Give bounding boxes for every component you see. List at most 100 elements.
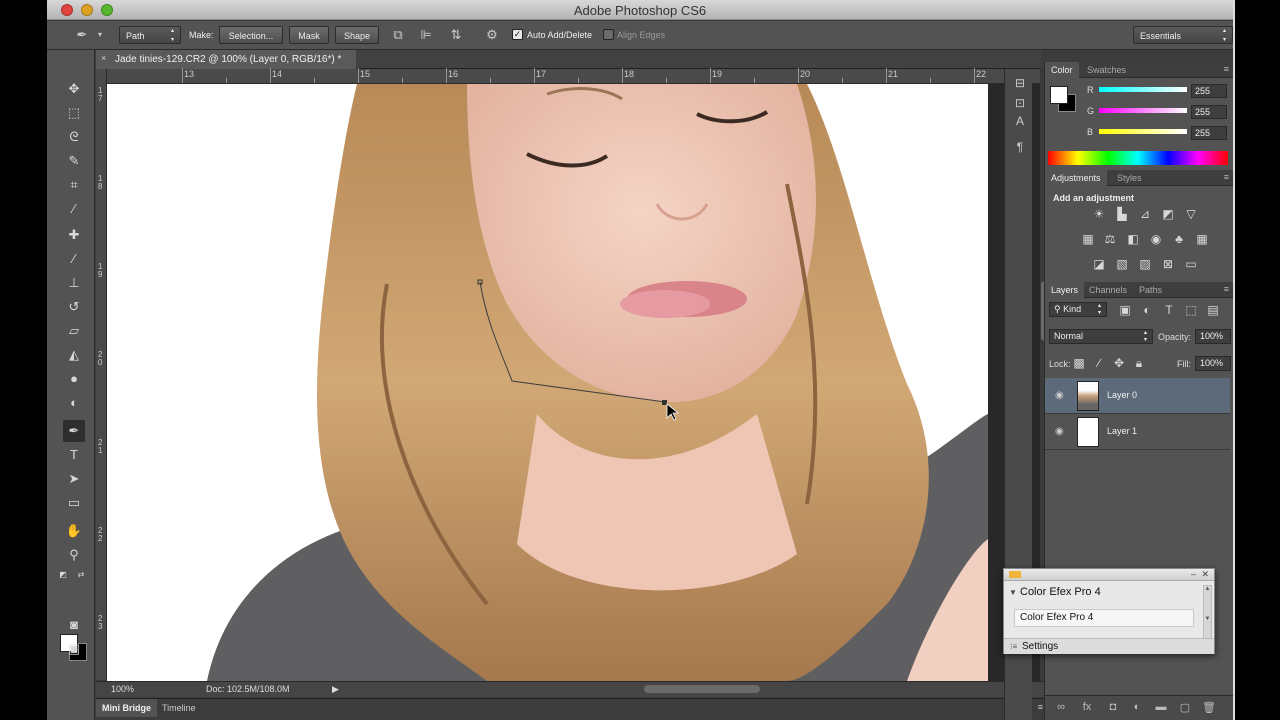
- pen-tool-preset-icon[interactable]: ✒: [73, 26, 91, 44]
- tab-color[interactable]: Color: [1045, 62, 1079, 78]
- curves-icon[interactable]: ⊿: [1137, 206, 1153, 222]
- zoom-tool-icon[interactable]: ⚲: [63, 544, 85, 566]
- layer-style-icon[interactable]: fx: [1079, 701, 1095, 715]
- history-panel-icon[interactable]: ⊟: [1012, 75, 1028, 91]
- mask-button[interactable]: Mask: [289, 26, 329, 44]
- red-slider[interactable]: [1099, 87, 1187, 92]
- document-tab[interactable]: × Jade tinies-129.CR2 @ 100% (Layer 0, R…: [96, 50, 356, 69]
- zoom-level[interactable]: 100%: [111, 684, 134, 694]
- tab-paths[interactable]: Paths: [1133, 282, 1168, 298]
- healing-brush-tool-icon[interactable]: ✚: [63, 224, 85, 246]
- eye-icon[interactable]: ◉: [1055, 390, 1064, 401]
- paragraph-panel-icon[interactable]: ¶: [1012, 139, 1028, 155]
- color-balance-icon[interactable]: ⚖: [1102, 231, 1118, 247]
- eraser-tool-icon[interactable]: ▱: [63, 320, 85, 342]
- blue-value[interactable]: 255: [1191, 126, 1227, 140]
- path-alignment-icon[interactable]: ⊫: [417, 26, 435, 44]
- eye-icon[interactable]: ◉: [1055, 426, 1064, 437]
- filter-adjustment-icon[interactable]: ◐: [1139, 302, 1155, 318]
- opacity-input[interactable]: 100%: [1195, 329, 1231, 344]
- collapse-triangle-icon[interactable]: ▼: [1009, 588, 1017, 597]
- lock-image-icon[interactable]: ∕: [1091, 355, 1107, 371]
- black-white-icon[interactable]: ◧: [1125, 231, 1141, 247]
- layer-filter-kind-select[interactable]: ⚲ Kind: [1049, 302, 1107, 317]
- efex-scrollbar[interactable]: ▲ ▼: [1203, 585, 1212, 639]
- tab-styles[interactable]: Styles: [1111, 170, 1148, 186]
- vertical-ruler[interactable]: 17 18 19 20 21 22 23: [96, 69, 107, 680]
- align-edges-checkbox[interactable]: [603, 29, 614, 40]
- horizontal-scroll-thumb[interactable]: [644, 685, 760, 693]
- efex-settings-button[interactable]: ⁝≡ Settings: [1004, 638, 1214, 654]
- photo-image[interactable]: [107, 84, 988, 681]
- doc-size-info[interactable]: Doc: 102.5M/108.0M: [206, 684, 290, 694]
- panel-menu-icon[interactable]: ≡: [1038, 702, 1043, 712]
- brush-tool-icon[interactable]: ∕: [63, 248, 85, 270]
- tab-mini-bridge[interactable]: Mini Bridge: [96, 699, 157, 717]
- move-tool-icon[interactable]: ✥: [63, 78, 85, 100]
- gear-icon[interactable]: ⚙: [483, 26, 501, 44]
- threshold-icon[interactable]: ▨: [1137, 256, 1153, 272]
- vibrance-icon[interactable]: ▽: [1183, 206, 1199, 222]
- horizontal-ruler[interactable]: 13 14 15 16 17 18 19 20 21 22: [107, 68, 1041, 84]
- layer-row[interactable]: ◉ Layer 1: [1045, 414, 1230, 450]
- path-arrangement-icon[interactable]: ⇅: [447, 26, 465, 44]
- blue-slider[interactable]: [1099, 129, 1187, 134]
- green-value[interactable]: 255: [1191, 105, 1227, 119]
- selection-button[interactable]: Selection...: [219, 26, 283, 44]
- swap-colors-icon[interactable]: ⇄: [75, 564, 87, 586]
- properties-panel-icon[interactable]: ⊡: [1012, 95, 1028, 111]
- panel-menu-icon[interactable]: ≡: [1224, 172, 1229, 182]
- screen-mode-icon[interactable]: ▣: [63, 638, 85, 660]
- filter-shape-icon[interactable]: ⬚: [1183, 302, 1199, 318]
- blur-tool-icon[interactable]: ●: [63, 368, 85, 390]
- pen-tool-icon[interactable]: ✒: [63, 420, 85, 442]
- type-tool-icon[interactable]: T: [63, 444, 85, 466]
- efex-title-bar[interactable]: – ✕: [1004, 569, 1214, 581]
- add-mask-icon[interactable]: ◘: [1105, 701, 1121, 715]
- tab-channels[interactable]: Channels: [1083, 282, 1133, 298]
- document-canvas[interactable]: [107, 84, 1040, 681]
- link-layers-icon[interactable]: ∞: [1053, 701, 1069, 715]
- shape-button[interactable]: Shape: [335, 26, 379, 44]
- delete-layer-icon[interactable]: 🗑︎: [1201, 701, 1217, 715]
- tab-swatches[interactable]: Swatches: [1081, 62, 1132, 78]
- quick-mask-icon[interactable]: ◙: [63, 614, 85, 636]
- new-group-icon[interactable]: ▬: [1153, 701, 1169, 715]
- channel-mixer-icon[interactable]: ♣: [1171, 231, 1187, 247]
- levels-icon[interactable]: ▙: [1114, 206, 1130, 222]
- gradient-map-icon[interactable]: ▭: [1183, 256, 1199, 272]
- lock-transparent-icon[interactable]: ▩: [1071, 355, 1087, 371]
- panel-menu-icon[interactable]: ≡: [1224, 284, 1229, 294]
- lasso-tool-icon[interactable]: ᘓ: [63, 126, 85, 148]
- tab-timeline[interactable]: Timeline: [156, 699, 202, 717]
- new-layer-icon[interactable]: ▢: [1177, 701, 1193, 715]
- tab-layers[interactable]: Layers: [1045, 282, 1085, 298]
- efex-launch-button[interactable]: Color Efex Pro 4: [1014, 609, 1194, 627]
- selective-color-icon[interactable]: ⊠: [1160, 256, 1176, 272]
- brightness-contrast-icon[interactable]: ☀: [1091, 206, 1107, 222]
- panel-menu-icon[interactable]: ≡: [1224, 64, 1229, 74]
- color-spectrum[interactable]: [1048, 151, 1228, 165]
- rectangle-tool-icon[interactable]: ▭: [63, 492, 85, 514]
- fill-input[interactable]: 100%: [1195, 356, 1231, 371]
- foreground-color-swatch[interactable]: [1050, 86, 1068, 104]
- status-menu-arrow-icon[interactable]: ▶: [332, 684, 339, 695]
- hue-saturation-icon[interactable]: ▦: [1080, 231, 1096, 247]
- dodge-tool-icon[interactable]: ◐: [63, 392, 85, 414]
- lock-all-icon[interactable]: 🔒︎: [1131, 355, 1147, 371]
- new-adjustment-layer-icon[interactable]: ◐: [1129, 701, 1145, 715]
- filter-type-icon[interactable]: T: [1161, 302, 1177, 318]
- close-icon[interactable]: ×: [101, 53, 106, 63]
- photo-filter-icon[interactable]: ◉: [1148, 231, 1164, 247]
- history-brush-tool-icon[interactable]: ↺: [63, 296, 85, 318]
- marquee-tool-icon[interactable]: ⬚: [63, 102, 85, 124]
- blend-mode-select[interactable]: Normal: [1049, 329, 1153, 344]
- tool-mode-select[interactable]: Path: [119, 26, 181, 45]
- hand-tool-icon[interactable]: ✋: [63, 520, 85, 542]
- quick-selection-tool-icon[interactable]: ✎: [63, 150, 85, 172]
- lock-position-icon[interactable]: ✥: [1111, 355, 1127, 371]
- layer-name[interactable]: Layer 1: [1107, 426, 1137, 436]
- crop-tool-icon[interactable]: ⌗: [63, 174, 85, 196]
- close-icon[interactable]: ✕: [1201, 569, 1209, 580]
- invert-icon[interactable]: ◪: [1091, 256, 1107, 272]
